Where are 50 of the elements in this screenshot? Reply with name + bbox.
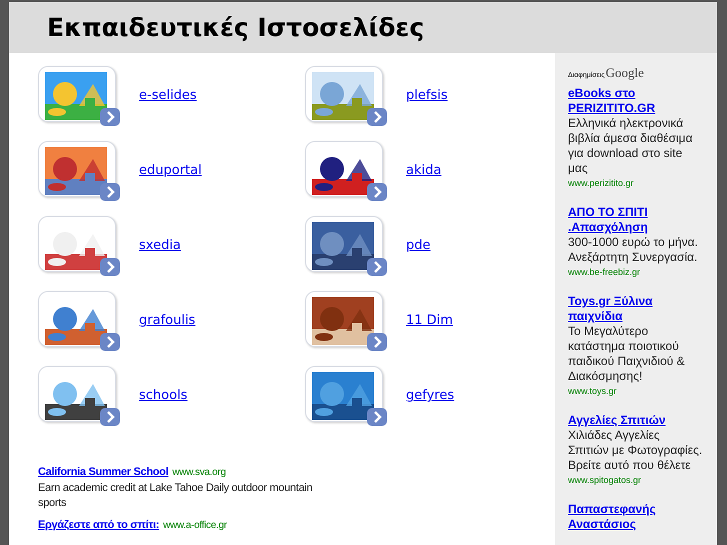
site-link[interactable]: sxedia — [139, 236, 181, 256]
thumbnail-frame[interactable] — [305, 141, 383, 197]
site-link[interactable]: gefyres — [406, 386, 454, 406]
ad-description: 300-1000 ευρώ το μήνα. Ανεξάρτητη Συνεργασία. — [568, 235, 699, 265]
ad-url: www.toys.gr — [568, 385, 618, 398]
site-link[interactable]: e-selides — [139, 86, 197, 106]
thumbnail-frame[interactable] — [305, 366, 383, 422]
arrow-badge-icon[interactable] — [100, 333, 120, 351]
ad-url: www.spitogatos.gr — [568, 474, 642, 487]
ad-description: Χιλιάδες Αγγελίες Σπιτιών με Φωτογραφίες. Βρείτε αυτό που θέλετε — [568, 428, 703, 473]
ad-url: www.perizitito.gr — [568, 177, 635, 190]
ad-description: Earn academic credit at Lake Tahoe Daily outdoor mountain sports — [38, 481, 314, 511]
ad-title-link[interactable]: Toys.gr Ξύλινα παιχνίδια — [568, 294, 703, 324]
ad-description: Το Μεγαλύτερο κατάστημα ποιοτικού παιδικού Παιχνιδιού & Διακόσμησης! — [568, 324, 686, 384]
thumbnail-frame[interactable] — [38, 216, 116, 272]
arrow-badge-icon[interactable] — [367, 408, 387, 426]
ad-title-link[interactable]: ΑΠΟ ΤΟ ΣΠΙΤΙ .Απασχόληση — [568, 205, 703, 235]
thumbnail-frame[interactable] — [305, 66, 383, 122]
thumbnail-frame[interactable] — [38, 66, 116, 122]
ad-title-link[interactable]: Αγγελίες Σπιτιών — [568, 413, 703, 428]
thumbnail-frame[interactable] — [38, 141, 116, 197]
ad-title-link[interactable]: California Summer School — [38, 466, 168, 479]
ad-url: www.a-office.gr — [163, 519, 227, 532]
arrow-badge-icon[interactable] — [100, 108, 120, 126]
arrow-badge-icon[interactable] — [100, 183, 120, 201]
arrow-badge-icon[interactable] — [367, 183, 387, 201]
ad-title-link[interactable]: Παπαστεφανής Αναστάσιος — [568, 502, 703, 532]
thumbnail-frame[interactable] — [305, 216, 383, 272]
arrow-badge-icon[interactable] — [367, 108, 387, 126]
arrow-badge-icon[interactable] — [367, 258, 387, 276]
ad-url: www.sva.org — [172, 466, 226, 479]
thumbnail-frame[interactable] — [305, 291, 383, 347]
site-link[interactable]: pde — [406, 236, 431, 256]
site-link[interactable]: 11 Dim — [406, 311, 453, 331]
site-link[interactable]: akida — [406, 161, 442, 181]
google-logo: Google — [606, 65, 644, 80]
site-link[interactable]: schools — [139, 386, 188, 406]
ad-url: www.be-freebiz.gr — [568, 266, 642, 279]
ad-title-link[interactable]: Εργάζεστε από το σπίτι: — [38, 519, 160, 532]
arrow-badge-icon[interactable] — [367, 333, 387, 351]
ad-title-link[interactable]: eBooks στο PERIZITITO.GR — [568, 86, 703, 116]
thumbnail-frame[interactable] — [38, 366, 116, 422]
site-link[interactable]: eduportal — [139, 161, 202, 181]
ad-description: Ελληνικά ηλεκτρονικά βιβλία άμεσα διαθέσιμα για download στο site μας — [568, 116, 694, 176]
site-link[interactable]: plefsis — [406, 86, 448, 106]
arrow-badge-icon[interactable] — [100, 258, 120, 276]
arrow-badge-icon[interactable] — [100, 408, 120, 426]
page-title: Εκπαιδευτικές Ιστοσελίδες — [47, 12, 424, 44]
site-link[interactable]: grafoulis — [139, 311, 196, 331]
thumbnail-frame[interactable] — [38, 291, 116, 347]
